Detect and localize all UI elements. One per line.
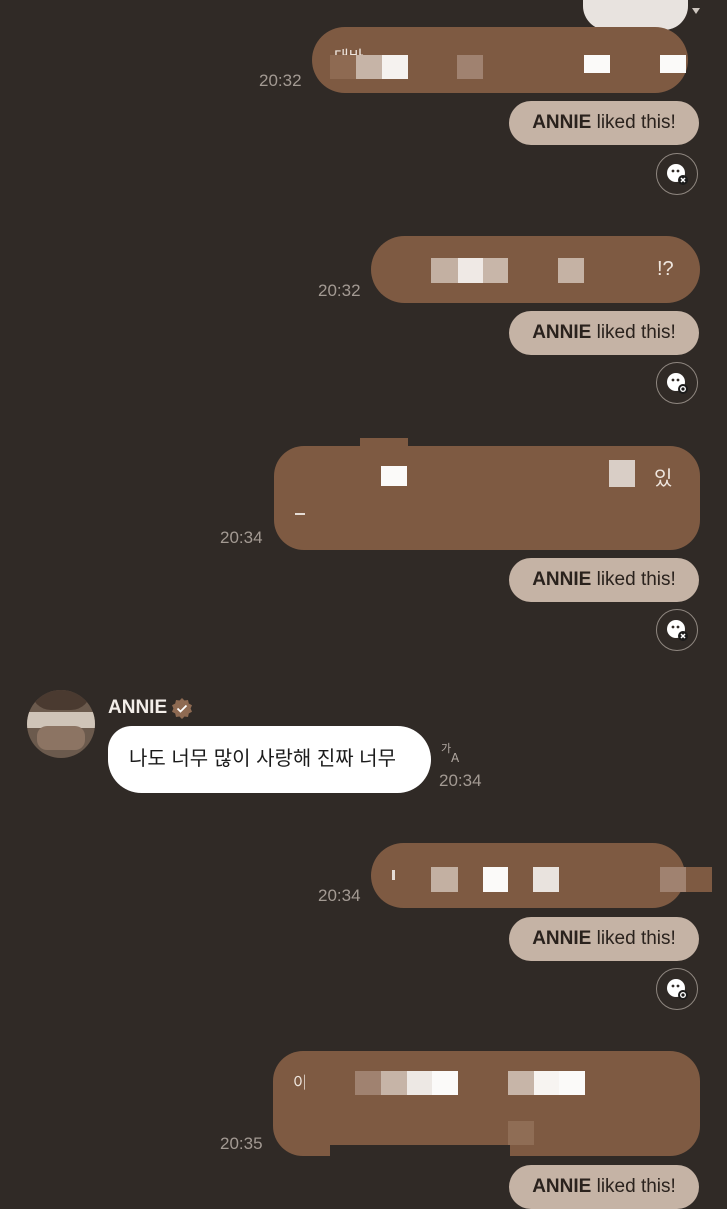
message-timestamp: 20:34 xyxy=(318,886,361,905)
censor-block xyxy=(609,460,635,487)
liked-badge-name: ANNIE xyxy=(532,569,592,590)
liked-badge-text: liked this! xyxy=(591,569,676,590)
censor-block xyxy=(559,1071,585,1095)
message-timestamp: 20:35 xyxy=(220,1134,263,1153)
svg-text:A: A xyxy=(451,751,460,764)
message-timestamp: 20:32 xyxy=(318,281,361,300)
liked-badge-text: liked this! xyxy=(591,322,676,343)
censor-block xyxy=(382,55,408,79)
liked-badge: ANNIE liked this! xyxy=(509,917,699,961)
censor-block xyxy=(508,1071,534,1095)
message-fragment: !? xyxy=(657,258,674,280)
avatar-photo-shade xyxy=(37,726,85,750)
censor-block xyxy=(431,867,458,892)
liked-badge: ANNIE liked this! xyxy=(509,101,699,145)
bubble-edge-artifact xyxy=(360,438,408,452)
censor-block xyxy=(381,1071,407,1095)
liked-badge: ANNIE liked this! xyxy=(509,558,699,602)
censor-block xyxy=(431,258,458,283)
liked-badge-text: liked this! xyxy=(591,112,676,133)
censor-block xyxy=(558,258,584,283)
incoming-message-bubble[interactable]: 나도 너무 많이 사랑해 진짜 너무 xyxy=(108,726,431,793)
censor-block xyxy=(407,1071,432,1095)
censor-block xyxy=(458,258,483,283)
cropped-bubble-top xyxy=(583,0,688,30)
liked-badge-name: ANNIE xyxy=(532,1176,592,1197)
liked-badge-text: liked this! xyxy=(591,1176,676,1197)
censor-block xyxy=(330,1145,510,1157)
liked-badge-name: ANNIE xyxy=(532,322,592,343)
verified-check-icon xyxy=(170,697,194,721)
censor-block xyxy=(483,867,508,892)
svg-text:가: 가 xyxy=(441,742,451,755)
censor-block xyxy=(295,513,305,515)
censor-block xyxy=(355,1071,381,1095)
avatar[interactable] xyxy=(27,690,95,758)
censor-block xyxy=(483,258,508,283)
censor-block xyxy=(508,1121,534,1145)
emoji-reaction-icon[interactable] xyxy=(656,968,698,1010)
message-timestamp: 20:32 xyxy=(259,71,302,90)
message-timestamp: 20:34 xyxy=(439,771,482,790)
censor-block xyxy=(457,55,483,79)
censor-block xyxy=(432,1071,458,1095)
censor-block xyxy=(381,466,407,486)
emoji-reaction-icon[interactable] xyxy=(656,609,698,651)
censor-block xyxy=(686,867,712,892)
outgoing-message-bubble[interactable]: 이 xyxy=(273,1051,700,1156)
avatar-photo-hair xyxy=(31,690,91,710)
outgoing-message-bubble[interactable]: 있 xyxy=(274,446,700,550)
censor-block xyxy=(660,55,686,73)
censor-block xyxy=(660,867,686,892)
dropdown-arrow-icon[interactable] xyxy=(692,8,700,14)
outgoing-message-bubble[interactable] xyxy=(371,843,685,908)
sender-name: ANNIE xyxy=(108,697,168,718)
censor-block xyxy=(305,1071,330,1095)
censor-block xyxy=(534,1071,559,1095)
censor-block xyxy=(330,55,356,79)
message-fragment: 있 xyxy=(654,468,673,490)
liked-badge: ANNIE liked this! xyxy=(509,1165,699,1209)
censor-block xyxy=(533,867,559,892)
translate-icon[interactable]: 가A xyxy=(440,740,464,765)
censor-block xyxy=(356,55,382,79)
liked-badge-name: ANNIE xyxy=(532,928,592,949)
liked-badge-text: liked this! xyxy=(591,928,676,949)
outgoing-message-bubble[interactable]: !? xyxy=(371,236,700,303)
censor-block xyxy=(392,870,395,880)
liked-badge: ANNIE liked this! xyxy=(509,311,699,355)
liked-badge-name: ANNIE xyxy=(532,112,592,133)
message-timestamp: 20:34 xyxy=(220,528,263,547)
emoji-reaction-icon[interactable] xyxy=(656,153,698,195)
emoji-reaction-icon[interactable] xyxy=(656,362,698,404)
censor-block xyxy=(584,55,610,73)
